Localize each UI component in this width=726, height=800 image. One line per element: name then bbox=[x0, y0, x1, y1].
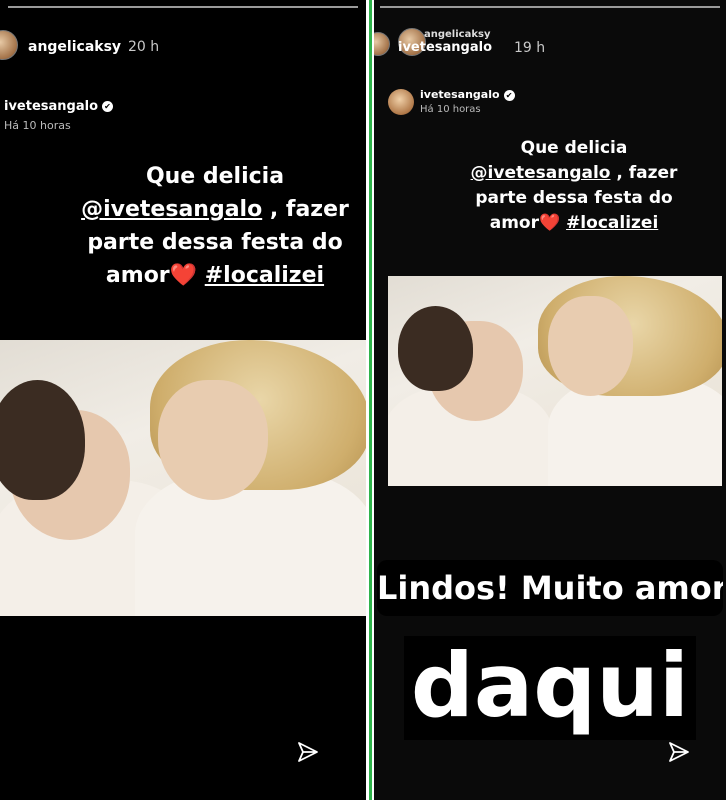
story-photo bbox=[388, 276, 722, 486]
shared-post-avatar[interactable] bbox=[388, 89, 414, 115]
story-username[interactable]: angelicaksy bbox=[424, 29, 490, 40]
shared-post-username[interactable]: ivetesangalo ✔ bbox=[420, 88, 515, 101]
caption-line: parte dessa festa do bbox=[475, 188, 673, 208]
hashtag-link[interactable]: #localizei bbox=[566, 213, 658, 233]
overlay-username: ivetesangalo bbox=[398, 40, 493, 55]
send-paper-plane-icon[interactable] bbox=[296, 740, 320, 764]
hashtag-link[interactable]: #localizei bbox=[205, 263, 324, 288]
caption-line: @ivetesangalo , fazer bbox=[81, 197, 349, 222]
heart-icon: ❤️ bbox=[538, 213, 561, 233]
shared-post-time: Há 10 horas bbox=[420, 104, 481, 115]
caption-line: @ivetesangalo , fazer bbox=[470, 163, 678, 183]
mention-link[interactable]: @ivetesangalo bbox=[471, 163, 611, 183]
caption-line: parte dessa festa do bbox=[87, 230, 343, 255]
story-time: 20 h bbox=[128, 39, 160, 55]
text-sticker: Lindos! Muito amor bbox=[377, 560, 723, 616]
story-caption: Que delicia @ivetesangalo , fazer parte … bbox=[434, 136, 714, 236]
story-photo bbox=[0, 340, 366, 616]
caption-line: Que delicia bbox=[520, 138, 628, 158]
mention-link[interactable]: @ivetesangalo bbox=[81, 197, 262, 222]
divider bbox=[369, 0, 372, 800]
caption-line: Que delicia bbox=[145, 164, 285, 189]
verified-badge-icon: ✔ bbox=[102, 101, 114, 112]
story-left: angelicaksy 20 h ivetesangalo ✔ Há 10 hor… bbox=[0, 0, 366, 800]
caption-line: amor❤️ #localizei bbox=[489, 213, 659, 233]
shared-post-username[interactable]: ivetesangalo ✔ bbox=[4, 99, 114, 114]
story-time: 19 h bbox=[514, 40, 546, 56]
heart-icon: ❤️ bbox=[169, 263, 198, 288]
send-paper-plane-icon[interactable] bbox=[667, 740, 691, 764]
caption-line: amor❤️ #localizei bbox=[105, 263, 325, 288]
shared-post-time: Há 10 horas bbox=[4, 119, 71, 132]
story-right: angelicaksy ivetesangalo 19 h ivetesanga… bbox=[374, 0, 726, 800]
story-caption: Que delicia @ivetesangalo , fazer parte … bbox=[55, 160, 366, 292]
story-progress-bar bbox=[380, 6, 720, 8]
avatar[interactable] bbox=[374, 32, 390, 56]
avatar[interactable] bbox=[0, 30, 18, 60]
verified-badge-icon: ✔ bbox=[503, 89, 515, 101]
text-sticker-large: daqui bbox=[404, 636, 696, 740]
story-username[interactable]: angelicaksy bbox=[28, 39, 121, 55]
story-progress-bar bbox=[8, 6, 358, 8]
